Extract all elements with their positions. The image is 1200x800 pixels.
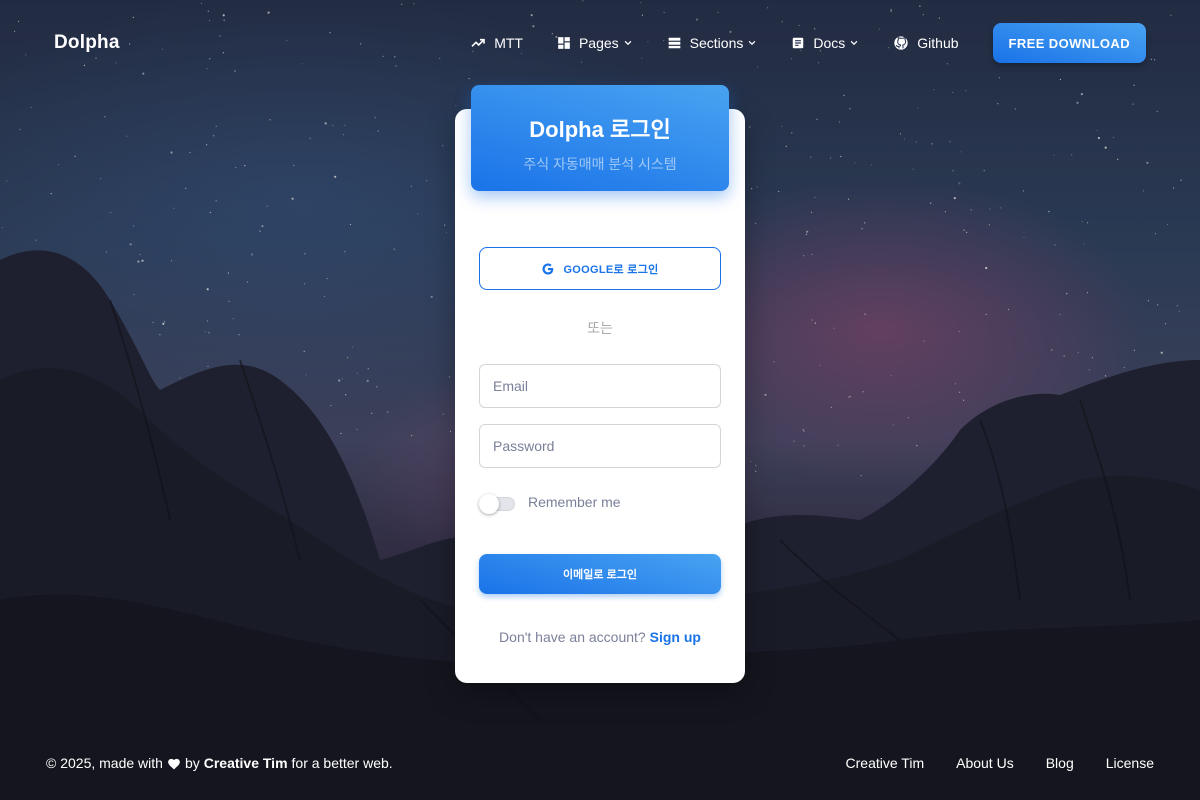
nav-item-pages[interactable]: Pages: [557, 35, 633, 51]
remember-me-row: Remember me: [479, 492, 621, 514]
footer: © 2025, made with by Creative Tim for a …: [0, 740, 1200, 786]
login-title: Dolpha 로그인: [529, 117, 671, 142]
dashboard-icon: [558, 37, 570, 49]
navbar: Dolpha MTT Pages Sections Docs Github FR…: [0, 0, 1200, 86]
signup-prompt: Don't have an account? Sign up: [455, 629, 745, 645]
footer-link-creative-tim[interactable]: Creative Tim: [846, 755, 925, 771]
remember-me-toggle[interactable]: [479, 492, 515, 514]
footer-links: Creative Tim About Us Blog License: [814, 755, 1154, 771]
remember-me-label[interactable]: Remember me: [528, 494, 621, 510]
google-login-button[interactable]: GOOGLE로 로그인: [479, 247, 721, 290]
chevron-down-icon: [624, 40, 632, 46]
nav-links: MTT Pages Sections Docs Github FREE DOWN…: [436, 23, 1146, 63]
github-icon: [894, 36, 908, 50]
login-subtitle: 주식 자동매매 분석 시스템: [523, 156, 677, 172]
chevron-down-icon: [850, 40, 858, 46]
email-login-button[interactable]: 이메일로 로그인: [479, 554, 721, 594]
nav-item-label: MTT: [494, 35, 523, 51]
login-card-header: Dolpha 로그인 주식 자동매매 분석 시스템: [471, 85, 729, 191]
google-icon: [542, 262, 554, 275]
footer-link-about-us[interactable]: About Us: [956, 755, 1014, 771]
brand-logo[interactable]: Dolpha: [54, 32, 120, 54]
signup-link[interactable]: Sign up: [650, 629, 701, 645]
password-field[interactable]: [479, 424, 721, 468]
nav-item-docs[interactable]: Docs: [791, 35, 859, 51]
author-link[interactable]: Creative Tim: [204, 755, 288, 771]
nav-item-label: Pages: [578, 35, 619, 51]
nav-item-github[interactable]: Github: [893, 35, 959, 51]
or-divider: 또는: [587, 320, 613, 336]
copyright-text: © 2025, made with: [46, 755, 163, 771]
nav-item-label: Sections: [689, 35, 744, 51]
nav-item-sections[interactable]: Sections: [667, 35, 758, 51]
email-field[interactable]: [479, 364, 721, 408]
heart-icon: [168, 758, 180, 769]
footer-suffix: for a better web.: [291, 755, 393, 771]
by-text: by: [184, 755, 200, 771]
signup-prompt-text: Don't have an account?: [499, 629, 646, 645]
nav-item-mtt[interactable]: MTT: [470, 35, 523, 51]
footer-copyright: © 2025, made with by Creative Tim for a …: [46, 755, 393, 771]
toggle-knob: [479, 494, 499, 514]
chevron-down-icon: [749, 40, 756, 46]
free-download-button[interactable]: FREE DOWNLOAD: [992, 23, 1146, 63]
article-icon: [793, 37, 804, 49]
nav-item-label: Docs: [813, 35, 846, 51]
footer-link-license[interactable]: License: [1106, 755, 1154, 771]
trending-up-icon: [471, 38, 485, 47]
footer-link-blog[interactable]: Blog: [1046, 755, 1074, 771]
view-list-icon: [668, 37, 680, 49]
nav-item-label: Github: [917, 35, 959, 51]
google-login-label: GOOGLE로 로그인: [563, 263, 659, 276]
